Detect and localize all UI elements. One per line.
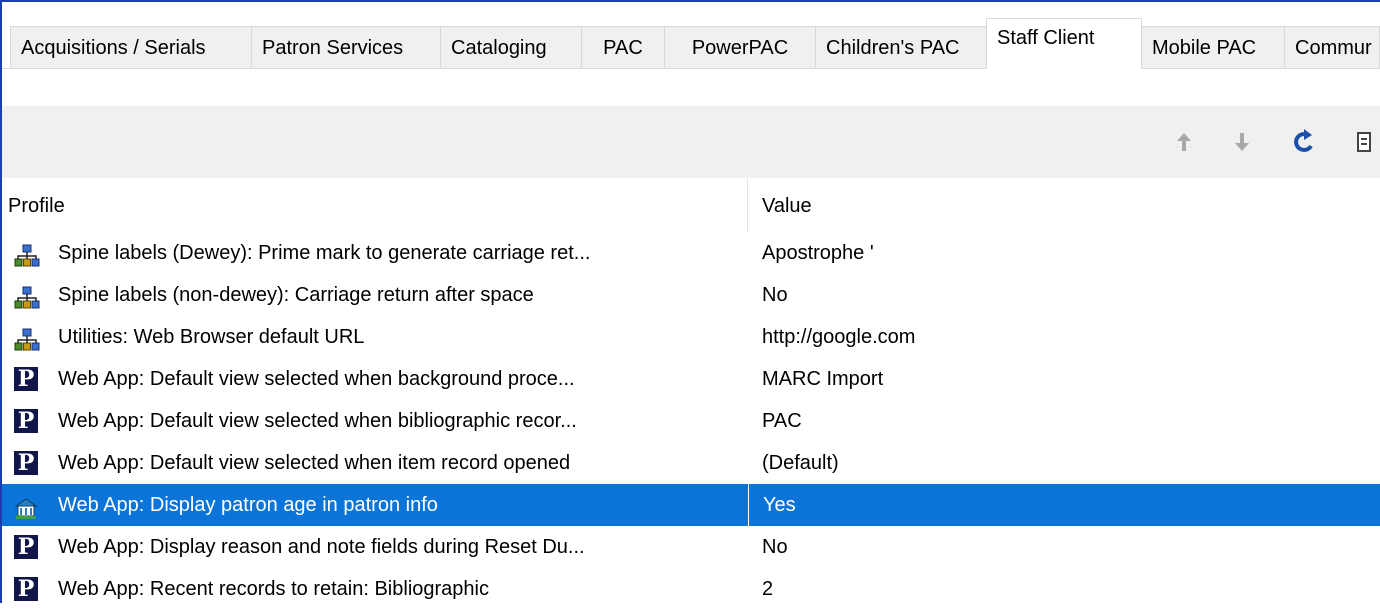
tab-label: Children's PAC <box>826 37 960 59</box>
value-cell[interactable]: No <box>748 274 1380 316</box>
arrow-down-icon <box>1235 133 1249 151</box>
profile-name: Web App: Display patron age in patron in… <box>58 494 438 516</box>
polaris-p-icon: P <box>14 577 38 601</box>
tab-strip: Acquisitions / Serials Patron Services C… <box>2 18 1380 69</box>
value-cell[interactable]: Apostrophe ' <box>748 232 1380 274</box>
profile-value: MARC Import <box>762 368 884 390</box>
tab-label: Mobile PAC <box>1152 37 1257 59</box>
profile-value: Apostrophe ' <box>762 242 874 264</box>
profile-name: Utilities: Web Browser default URL <box>58 326 365 348</box>
grid-body: Spine labels (Dewey): Prime mark to gene… <box>2 232 1380 610</box>
profile-cell[interactable]: Spine labels (non-dewey): Carriage retur… <box>2 274 748 316</box>
arrow-up-icon <box>1177 133 1191 151</box>
profile-value: http://google.com <box>762 326 916 348</box>
table-row[interactable]: P Web App: Recent records to retain: Bibl… <box>2 568 1380 610</box>
profile-value: PAC <box>762 410 802 432</box>
tab-pac[interactable]: PAC <box>581 26 665 68</box>
tab-label: Patron Services <box>262 37 404 59</box>
tab-label: Commur <box>1295 37 1372 59</box>
tab-label: Cataloging <box>451 37 547 59</box>
value-cell[interactable]: 2 <box>748 568 1380 610</box>
value-cell[interactable]: Yes <box>748 484 1380 526</box>
network-icon <box>14 325 40 351</box>
tab-divider <box>2 68 1380 69</box>
polaris-p-icon: P <box>14 409 38 433</box>
table-row[interactable]: P Web App: Default view selected when bib… <box>2 400 1380 442</box>
table-row[interactable]: P Web App: Display reason and note fields… <box>2 526 1380 568</box>
polaris-p-icon: P <box>14 367 38 391</box>
profile-name: Web App: Default view selected when item… <box>58 452 571 474</box>
tab-label: PowerPAC <box>691 37 789 59</box>
profile-cell[interactable]: Web App: Display patron age in patron in… <box>2 484 748 526</box>
polaris-p-icon: P <box>14 535 38 559</box>
profile-value: No <box>762 284 788 306</box>
profile-value: No <box>762 536 788 558</box>
profile-name: Web App: Display reason and note fields … <box>58 536 585 558</box>
profile-name: Spine labels (Dewey): Prime mark to gene… <box>58 242 591 264</box>
move-down-button[interactable] <box>1224 122 1260 162</box>
profile-cell[interactable]: P Web App: Default view selected when bac… <box>2 358 748 400</box>
profile-value: (Default) <box>762 452 839 474</box>
export-button[interactable] <box>1354 122 1380 162</box>
table-row[interactable]: P Web App: Default view selected when bac… <box>2 358 1380 400</box>
export-icon <box>1357 132 1371 152</box>
value-cell[interactable]: No <box>748 526 1380 568</box>
polaris-p-icon: P <box>14 451 38 475</box>
refresh-icon <box>1294 129 1313 152</box>
tab-acquisitions-serials[interactable]: Acquisitions / Serials <box>10 26 252 68</box>
value-cell[interactable]: (Default) <box>748 442 1380 484</box>
column-header-profile[interactable]: Profile <box>2 178 748 232</box>
tab-patron-services[interactable]: Patron Services <box>251 26 441 68</box>
column-header-value[interactable]: Value <box>748 178 1380 232</box>
profile-cell[interactable]: P Web App: Default view selected when ite… <box>2 442 748 484</box>
tab-label: PAC <box>603 37 643 59</box>
profile-value: Yes <box>763 494 796 516</box>
profile-name: Web App: Default view selected when bibl… <box>58 410 577 432</box>
library-icon <box>14 493 38 519</box>
tab-childrens-pac[interactable]: Children's PAC <box>815 26 987 68</box>
profile-grid: Profile Value Spine labels (Dewey): Prim… <box>2 178 1380 610</box>
grid-header: Profile Value <box>2 178 1380 232</box>
tab-cataloging[interactable]: Cataloging <box>440 26 582 68</box>
profile-cell[interactable]: P Web App: Recent records to retain: Bibl… <box>2 568 748 610</box>
value-cell[interactable]: MARC Import <box>748 358 1380 400</box>
network-icon <box>14 241 40 267</box>
profile-name: Web App: Recent records to retain: Bibli… <box>58 578 489 600</box>
toolbar <box>2 106 1380 178</box>
value-cell[interactable]: http://google.com <box>748 316 1380 358</box>
profile-cell[interactable]: Spine labels (Dewey): Prime mark to gene… <box>2 232 748 274</box>
refresh-button[interactable] <box>1287 122 1323 162</box>
tab-staff-client[interactable]: Staff Client <box>986 18 1142 69</box>
table-row[interactable]: Spine labels (Dewey): Prime mark to gene… <box>2 232 1380 274</box>
profile-name: Spine labels (non-dewey): Carriage retur… <box>58 284 534 306</box>
move-up-button[interactable] <box>1166 122 1202 162</box>
table-row[interactable]: P Web App: Default view selected when ite… <box>2 442 1380 484</box>
profile-value: 2 <box>762 578 774 600</box>
tab-label: Staff Client <box>997 27 1095 49</box>
profile-cell[interactable]: P Web App: Default view selected when bib… <box>2 400 748 442</box>
network-icon <box>14 283 40 309</box>
tab-community[interactable]: Commur <box>1284 26 1380 68</box>
tab-mobile-pac[interactable]: Mobile PAC <box>1141 26 1285 68</box>
profile-cell[interactable]: P Web App: Display reason and note fields… <box>2 526 748 568</box>
table-row[interactable]: Utilities: Web Browser default URL http:/… <box>2 316 1380 358</box>
table-row[interactable]: Web App: Display patron age in patron in… <box>2 484 1380 526</box>
tab-powerpac[interactable]: PowerPAC <box>664 26 816 68</box>
profile-name: Web App: Default view selected when back… <box>58 368 575 390</box>
tab-label: Acquisitions / Serials <box>21 37 206 59</box>
value-cell[interactable]: PAC <box>748 400 1380 442</box>
profile-cell[interactable]: Utilities: Web Browser default URL <box>2 316 748 358</box>
table-row[interactable]: Spine labels (non-dewey): Carriage retur… <box>2 274 1380 316</box>
